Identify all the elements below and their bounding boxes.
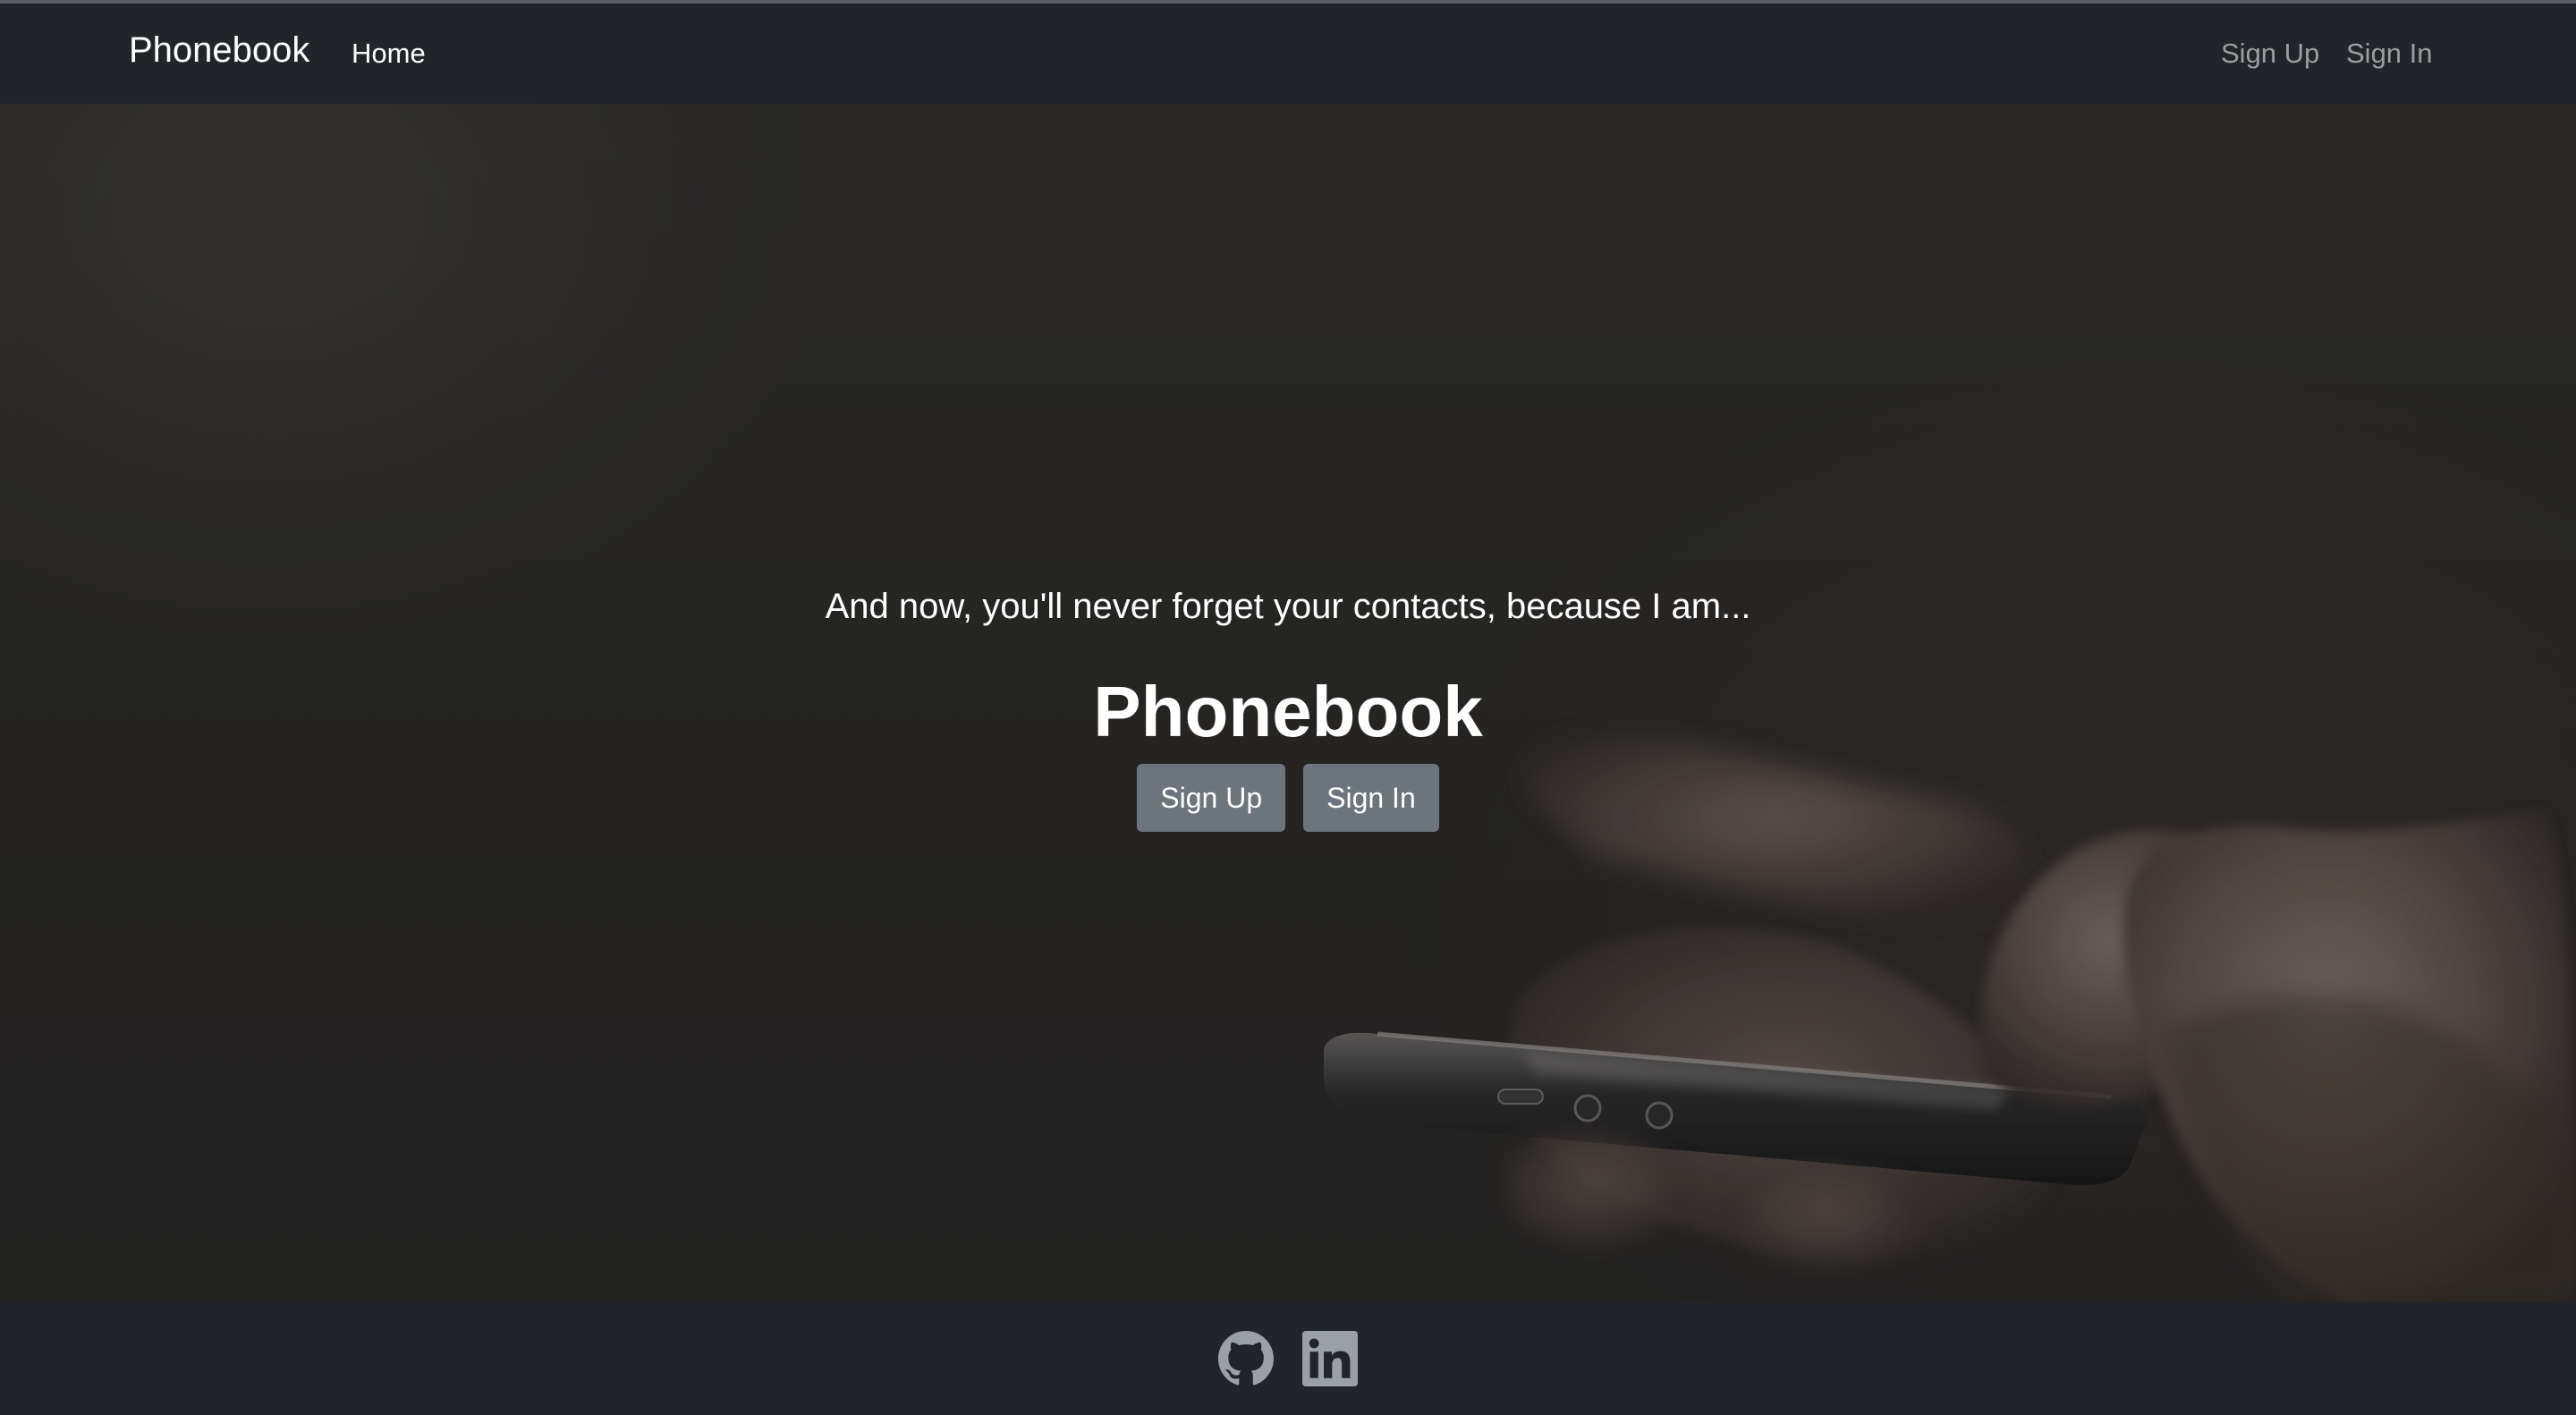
github-link[interactable] — [1218, 1331, 1274, 1391]
hero-section: And now, you'll never forget your contac… — [0, 104, 2576, 1302]
social-links — [1218, 1331, 1358, 1391]
linkedin-icon — [1302, 1331, 1358, 1386]
linkedin-link[interactable] — [1302, 1331, 1358, 1391]
hero-sign-in-button[interactable]: Sign In — [1303, 764, 1439, 832]
hero-title: Phonebook — [1093, 672, 1483, 751]
hero-sign-up-button[interactable]: Sign Up — [1137, 764, 1286, 832]
hero-tagline: And now, you'll never forget your contac… — [825, 587, 1751, 626]
page-footer — [0, 1302, 2576, 1415]
top-navbar: Phonebook Home Sign Up Sign In — [0, 4, 2576, 104]
nav-link-home[interactable]: Home — [352, 38, 426, 70]
hero-content: And now, you'll never forget your contac… — [0, 578, 2576, 832]
navbar-brand-link[interactable]: Phonebook — [129, 30, 309, 71]
github-icon — [1218, 1331, 1274, 1385]
nav-link-sign-in[interactable]: Sign In — [2346, 38, 2433, 70]
hero-button-group: Sign Up Sign In — [0, 764, 2576, 832]
nav-link-sign-up[interactable]: Sign Up — [2221, 38, 2319, 70]
